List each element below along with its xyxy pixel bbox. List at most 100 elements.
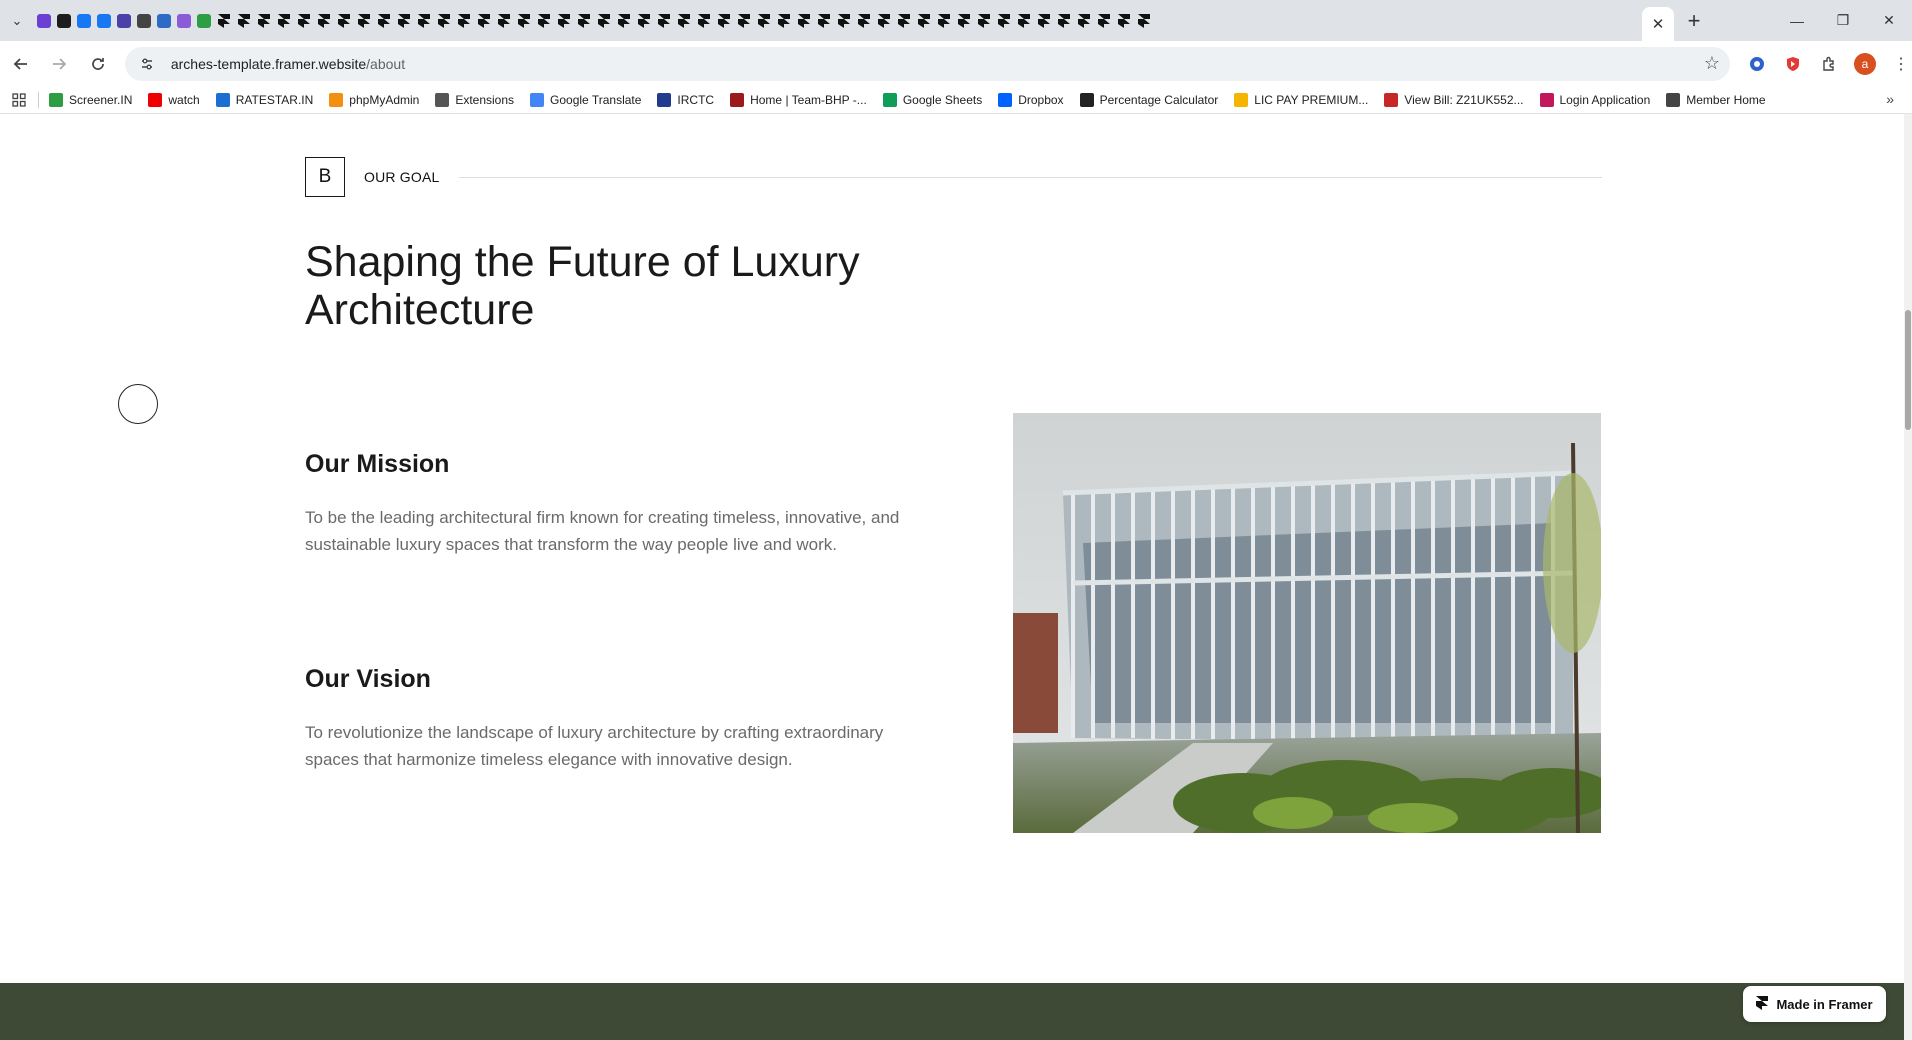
pinned-tab[interactable] (1014, 11, 1034, 31)
scrollbar-thumb[interactable] (1905, 310, 1911, 430)
tab-search-chevron-icon[interactable]: ⌄ (0, 0, 34, 41)
pinned-tab[interactable] (214, 11, 234, 31)
pinned-tab[interactable] (774, 11, 794, 31)
pinned-tab[interactable] (534, 11, 554, 31)
pinned-tab[interactable] (314, 11, 334, 31)
pinned-tab[interactable] (734, 11, 754, 31)
pinned-tab[interactable] (414, 11, 434, 31)
active-tab-close-button[interactable]: ✕ (1642, 7, 1674, 41)
bookmark-favicon-icon (998, 92, 1013, 107)
pinned-tab[interactable] (374, 11, 394, 31)
close-icon[interactable]: ✕ (1652, 15, 1665, 33)
pinned-tab[interactable] (994, 11, 1014, 31)
pinned-tab[interactable] (494, 11, 514, 31)
pinned-tab[interactable] (54, 11, 74, 31)
pinned-tab[interactable] (334, 11, 354, 31)
framer-favicon-icon (997, 13, 1011, 28)
url-text[interactable]: arches-template.framer.website/about (171, 56, 405, 72)
pinned-tab[interactable] (294, 11, 314, 31)
bookmark-item[interactable]: Screener.IN (49, 92, 132, 107)
page-scrollbar[interactable] (1904, 114, 1912, 1040)
mission-text: To be the leading architectural firm kno… (305, 508, 900, 554)
pinned-tab[interactable] (674, 11, 694, 31)
bookmark-item[interactable]: Extensions (435, 92, 514, 107)
address-bar[interactable]: arches-template.framer.website/about ☆ (124, 46, 1730, 81)
pinned-tab[interactable] (574, 11, 594, 31)
forward-button[interactable] (42, 46, 76, 82)
extension-globe-icon[interactable] (1746, 53, 1768, 75)
made-in-framer-button[interactable]: Made in Framer (1743, 986, 1886, 1022)
tab-favicon-icon (197, 13, 211, 28)
apps-grid-icon[interactable] (0, 92, 38, 107)
pinned-tab[interactable] (394, 11, 414, 31)
bookmark-item[interactable]: Member Home (1666, 92, 1766, 107)
pinned-tab[interactable] (1134, 11, 1154, 31)
pinned-tab[interactable] (954, 11, 974, 31)
pinned-tab[interactable] (154, 11, 174, 31)
pinned-tab[interactable] (174, 11, 194, 31)
bookmark-item[interactable]: View Bill: Z21UK552... (1384, 92, 1524, 107)
pinned-tab[interactable] (934, 11, 954, 31)
pinned-tab[interactable] (794, 11, 814, 31)
pinned-tab[interactable] (1074, 11, 1094, 31)
pinned-tab[interactable] (74, 11, 94, 31)
pinned-tab[interactable] (94, 11, 114, 31)
pinned-tab[interactable] (894, 11, 914, 31)
pinned-tab[interactable] (474, 11, 494, 31)
bookmark-item[interactable]: phpMyAdmin (329, 92, 419, 107)
pinned-tab[interactable] (434, 11, 454, 31)
new-tab-button[interactable]: + (1674, 0, 1714, 41)
extension-shield-icon[interactable] (1782, 53, 1804, 75)
pinned-tab[interactable] (714, 11, 734, 31)
bookmark-item[interactable]: Percentage Calculator (1079, 92, 1218, 107)
pinned-tab[interactable] (34, 11, 54, 31)
pinned-tab[interactable] (594, 11, 614, 31)
pinned-tab[interactable] (514, 11, 534, 31)
bookmark-item[interactable]: RATESTAR.IN (215, 92, 313, 107)
bookmark-item[interactable]: watch (148, 92, 200, 107)
site-info-icon[interactable] (137, 54, 157, 74)
pinned-tab[interactable] (134, 11, 154, 31)
bookmark-favicon-icon (49, 92, 63, 107)
pinned-tab[interactable] (814, 11, 834, 31)
pinned-tab[interactable] (114, 11, 134, 31)
pinned-tab[interactable] (614, 11, 634, 31)
pinned-tab[interactable] (974, 11, 994, 31)
pinned-tab[interactable] (694, 11, 714, 31)
pinned-tab[interactable] (554, 11, 574, 31)
more-bookmarks-chevron-icon[interactable]: » (1886, 91, 1894, 107)
pinned-tab[interactable] (1034, 11, 1054, 31)
window-close-button[interactable]: ✕ (1866, 0, 1912, 41)
pinned-tab[interactable] (834, 11, 854, 31)
extensions-puzzle-icon[interactable] (1818, 53, 1840, 75)
pinned-tab[interactable] (654, 11, 674, 31)
pinned-tab[interactable] (754, 11, 774, 31)
browser-menu-icon[interactable]: ⋮ (1890, 53, 1912, 75)
pinned-tab[interactable] (354, 11, 374, 31)
pinned-tab[interactable] (914, 11, 934, 31)
bookmark-item[interactable]: LIC PAY PREMIUM... (1234, 92, 1368, 107)
pinned-tab[interactable] (254, 11, 274, 31)
pinned-tab[interactable] (1054, 11, 1074, 31)
bookmark-item[interactable]: Google Translate (530, 92, 641, 107)
bookmark-item[interactable]: Login Application (1539, 92, 1650, 107)
minimize-button[interactable]: — (1774, 0, 1820, 41)
pinned-tab[interactable] (234, 11, 254, 31)
pinned-tab[interactable] (194, 11, 214, 31)
pinned-tab[interactable] (1114, 11, 1134, 31)
pinned-tab[interactable] (854, 11, 874, 31)
bookmark-item[interactable]: Home | Team-BHP -... (730, 92, 867, 107)
pinned-tab[interactable] (454, 11, 474, 31)
restore-button[interactable]: ❐ (1820, 0, 1866, 41)
bookmark-item[interactable]: IRCTC (657, 92, 714, 107)
pinned-tab[interactable] (1094, 11, 1114, 31)
bookmark-item[interactable]: Dropbox (998, 92, 1064, 107)
profile-avatar[interactable]: a (1854, 52, 1876, 75)
reload-button[interactable] (81, 46, 115, 82)
bookmark-item[interactable]: Google Sheets (882, 92, 982, 107)
bookmark-star-icon[interactable]: ☆ (1704, 53, 1720, 74)
pinned-tab[interactable] (274, 11, 294, 31)
back-button[interactable] (4, 46, 38, 82)
pinned-tab[interactable] (874, 11, 894, 31)
pinned-tab[interactable] (634, 11, 654, 31)
